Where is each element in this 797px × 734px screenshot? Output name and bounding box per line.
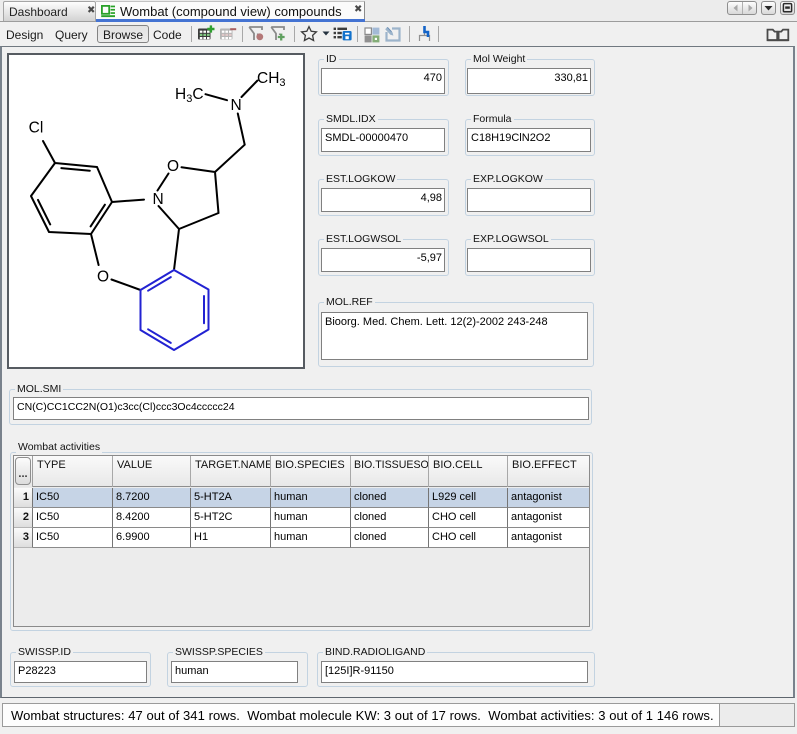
svg-text:H3C: H3C bbox=[175, 86, 204, 105]
svg-text:O: O bbox=[97, 269, 109, 286]
svg-text:O: O bbox=[167, 158, 179, 175]
svg-text:N: N bbox=[153, 191, 164, 208]
svg-text:Cl: Cl bbox=[29, 120, 44, 137]
svg-text:CH3: CH3 bbox=[257, 70, 286, 89]
svg-text:N: N bbox=[231, 97, 242, 114]
